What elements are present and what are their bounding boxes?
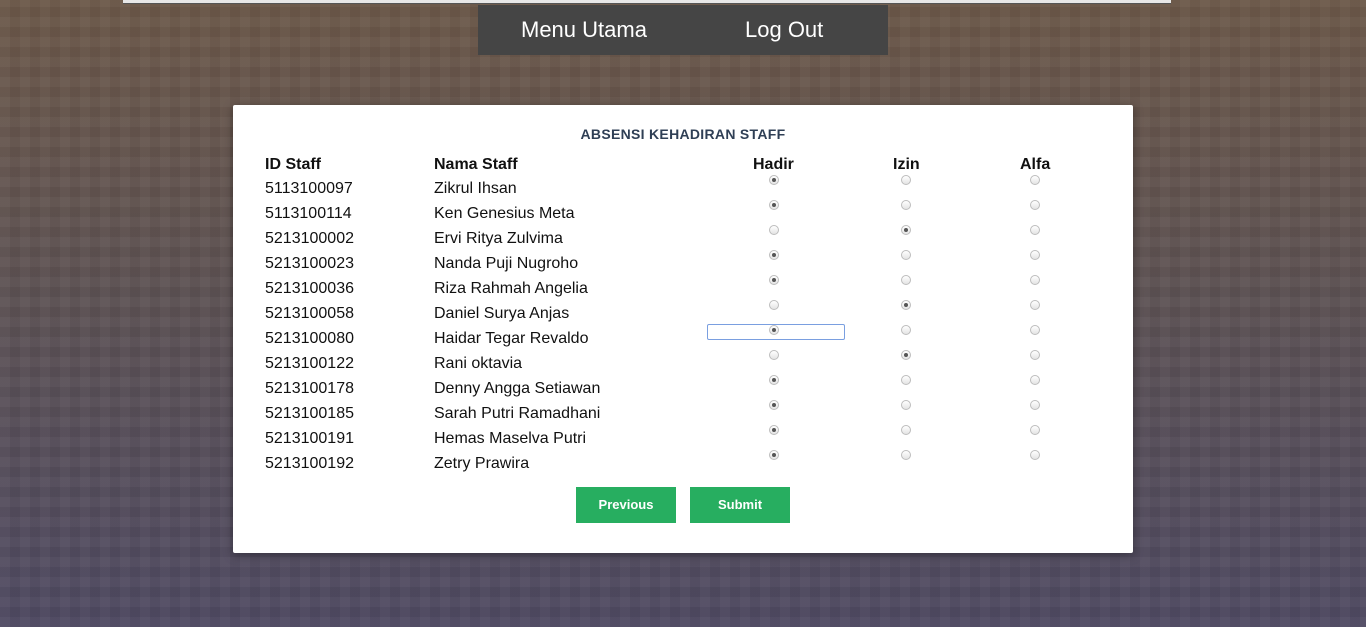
radio-alfa[interactable] <box>1030 425 1040 435</box>
header-nama-staff: Nama Staff <box>434 156 518 173</box>
header-id-staff: ID Staff <box>265 156 321 173</box>
radio-alfa[interactable] <box>1030 450 1040 460</box>
radio-hadir[interactable] <box>769 275 779 285</box>
radio-alfa[interactable] <box>1030 200 1040 210</box>
previous-button[interactable]: Previous <box>576 487 676 523</box>
browser-top-edge <box>123 0 1171 4</box>
table-row: 5213100192 Zetry Prawira <box>233 450 1133 480</box>
radio-izin[interactable] <box>901 375 911 385</box>
staff-name: Daniel Surya Anjas <box>434 305 570 322</box>
radio-hadir[interactable] <box>769 450 779 460</box>
radio-izin[interactable] <box>901 250 911 260</box>
staff-name: Zikrul Ihsan <box>434 180 517 197</box>
staff-id: 5213100178 <box>265 380 354 397</box>
radio-hadir[interactable] <box>769 225 779 235</box>
radio-izin[interactable] <box>901 425 911 435</box>
radio-alfa[interactable] <box>1030 250 1040 260</box>
staff-id: 5213100036 <box>265 280 354 297</box>
staff-id: 5213100058 <box>265 305 354 322</box>
form-title: ABSENSI KEHADIRAN STAFF <box>580 126 786 142</box>
table-row: 5213100058 Daniel Surya Anjas <box>233 300 1133 330</box>
staff-name: Denny Angga Setiawan <box>434 380 601 397</box>
table-row: 5213100185 Sarah Putri Ramadhani <box>233 400 1133 430</box>
menu-utama-link[interactable]: Menu Utama <box>521 5 647 55</box>
staff-name: Haidar Tegar Revaldo <box>434 330 589 347</box>
table-row: 5213100023 Nanda Puji Nugroho <box>233 250 1133 280</box>
table-row: 5213100080 Haidar Tegar Revaldo <box>233 324 1133 355</box>
staff-name: Rani oktavia <box>434 355 523 372</box>
table-row: 5213100036 Riza Rahmah Angelia <box>233 275 1133 305</box>
radio-alfa[interactable] <box>1030 275 1040 285</box>
staff-id: 5213100122 <box>265 355 354 372</box>
radio-alfa[interactable] <box>1030 175 1040 185</box>
radio-alfa[interactable] <box>1030 400 1040 410</box>
table-row: 5213100178 Denny Angga Setiawan <box>233 375 1133 405</box>
staff-name: Riza Rahmah Angelia <box>434 280 588 297</box>
radio-izin[interactable] <box>901 325 911 335</box>
staff-name: Nanda Puji Nugroho <box>434 255 579 272</box>
radio-hadir[interactable] <box>769 400 779 410</box>
header-alfa: Alfa <box>1020 156 1051 173</box>
radio-hadir[interactable] <box>769 350 779 360</box>
staff-name: Zetry Prawira <box>434 455 530 472</box>
radio-izin[interactable] <box>901 225 911 235</box>
table-row: 5113100114 Ken Genesius Meta <box>233 200 1133 230</box>
radio-alfa[interactable] <box>1030 225 1040 235</box>
radio-izin[interactable] <box>901 400 911 410</box>
staff-id: 5213100002 <box>265 230 354 247</box>
table-row: 5113100097 Zikrul Ihsan <box>233 175 1133 205</box>
radio-alfa[interactable] <box>1030 375 1040 385</box>
radio-hadir[interactable] <box>769 200 779 210</box>
top-nav: Menu Utama Log Out <box>478 5 888 55</box>
radio-hadir[interactable] <box>769 250 779 260</box>
staff-id: 5213100080 <box>265 330 354 347</box>
staff-id: 5113100114 <box>265 205 352 222</box>
staff-id: 5113100097 <box>265 180 353 197</box>
radio-hadir[interactable] <box>769 375 779 385</box>
submit-button[interactable]: Submit <box>690 487 790 523</box>
radio-izin[interactable] <box>901 450 911 460</box>
radio-hadir[interactable] <box>769 425 779 435</box>
radio-izin[interactable] <box>901 175 911 185</box>
table-row: 5213100122 Rani oktavia <box>233 350 1133 380</box>
radio-hadir[interactable] <box>769 300 779 310</box>
radio-hadir[interactable] <box>769 325 779 335</box>
staff-id: 5213100185 <box>265 405 354 422</box>
attendance-card: ABSENSI KEHADIRAN STAFF ID Staff Nama St… <box>233 105 1133 553</box>
staff-name: Ken Genesius Meta <box>434 205 575 222</box>
table-row: 5213100002 Ervi Ritya Zulvima <box>233 225 1133 255</box>
header-izin: Izin <box>893 156 920 173</box>
staff-name: Sarah Putri Ramadhani <box>434 405 601 422</box>
radio-izin[interactable] <box>901 350 911 360</box>
staff-id: 5213100023 <box>265 255 354 272</box>
staff-id: 5213100192 <box>265 455 354 472</box>
table-row: 5213100191 Hemas Maselva Putri <box>233 425 1133 455</box>
radio-alfa[interactable] <box>1030 300 1040 310</box>
header-hadir: Hadir <box>753 156 794 173</box>
logout-link[interactable]: Log Out <box>745 5 823 55</box>
radio-alfa[interactable] <box>1030 325 1040 335</box>
staff-name: Hemas Maselva Putri <box>434 430 587 447</box>
staff-name: Ervi Ritya Zulvima <box>434 230 563 247</box>
radio-izin[interactable] <box>901 275 911 285</box>
radio-izin[interactable] <box>901 300 911 310</box>
radio-alfa[interactable] <box>1030 350 1040 360</box>
staff-id: 5213100191 <box>265 430 354 447</box>
radio-izin[interactable] <box>901 200 911 210</box>
radio-hadir[interactable] <box>769 175 779 185</box>
